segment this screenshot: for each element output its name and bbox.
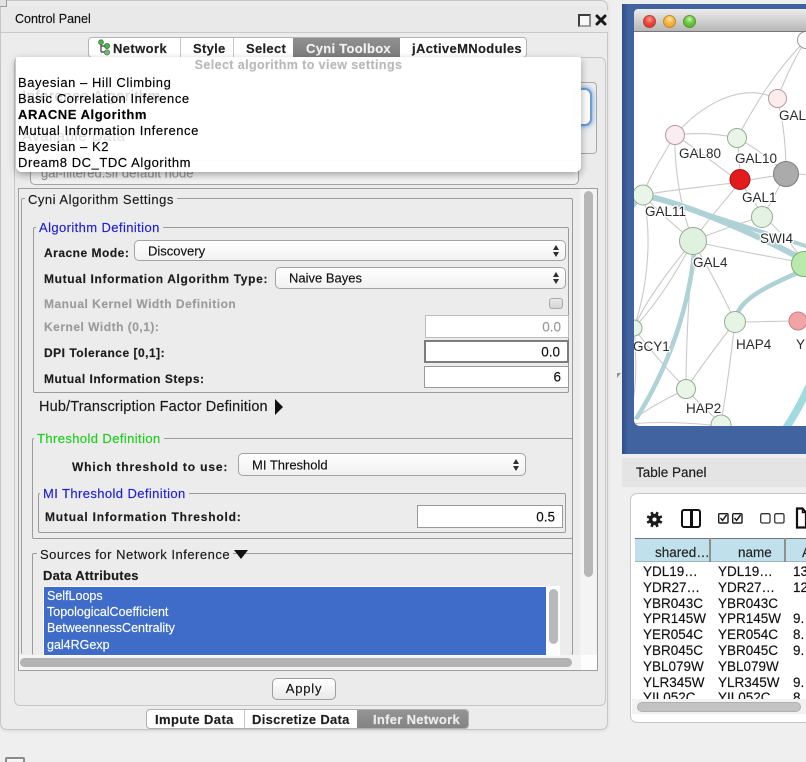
svg-text:GAL4: GAL4: [693, 255, 728, 270]
svg-text:GAL11: GAL11: [645, 204, 686, 219]
svg-text:GCY1: GCY1: [634, 339, 670, 354]
svg-text:GAL7: GAL7: [779, 108, 806, 123]
svg-text:SWI4: SWI4: [760, 231, 793, 246]
svg-text:GAL1: GAL1: [742, 190, 777, 205]
svg-text:GAL80: GAL80: [679, 146, 721, 161]
svg-text:HAP4: HAP4: [736, 337, 772, 352]
svg-text:YM: YM: [796, 337, 806, 352]
svg-text:HAP2: HAP2: [686, 401, 721, 416]
svg-text:GAL10: GAL10: [735, 151, 777, 166]
